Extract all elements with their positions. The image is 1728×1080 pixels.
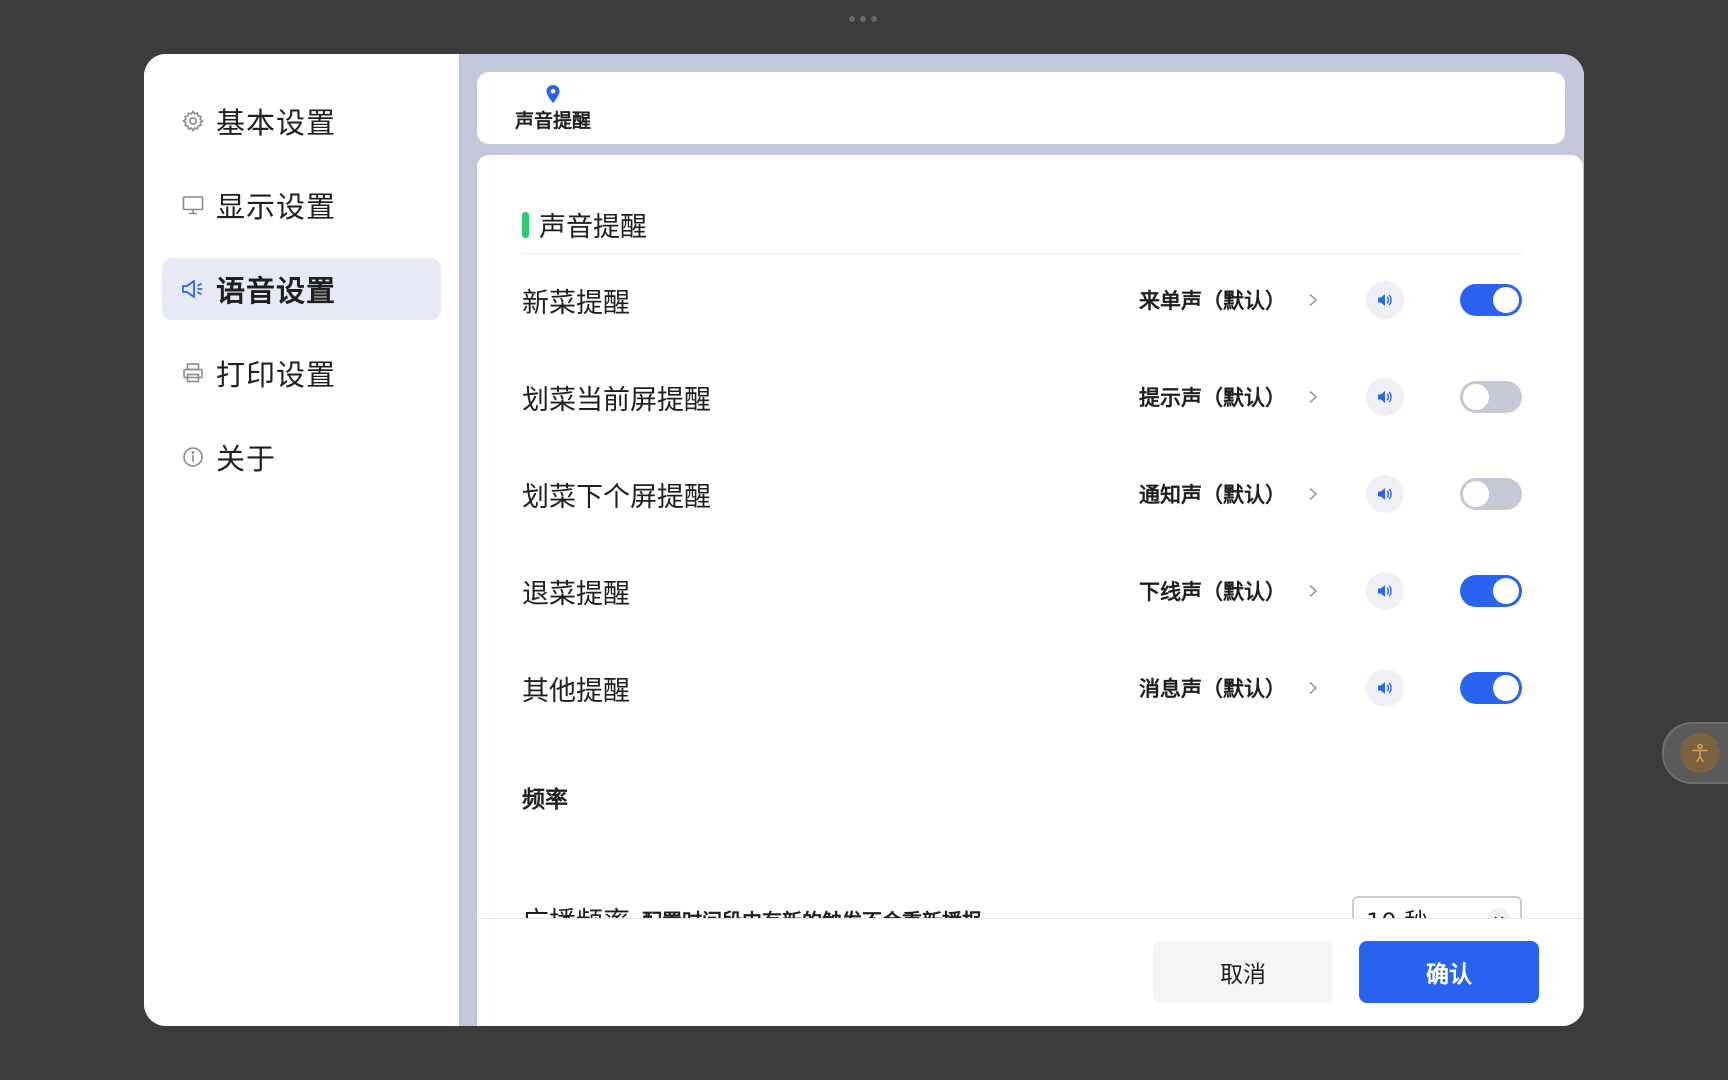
sound-selector[interactable]: 通知声（默认） [1139, 479, 1286, 509]
frequency-heading: 频率 [522, 787, 568, 813]
sidebar-item-voice-settings[interactable]: 语音设置 [162, 258, 441, 320]
volume-icon [1378, 682, 1392, 694]
window-drag-handle[interactable] [849, 16, 877, 22]
sidebar-item-label: 关于 [216, 442, 277, 476]
chevron-right-icon[interactable] [1306, 487, 1320, 501]
sound-selector[interactable]: 下线声（默认） [1139, 576, 1286, 606]
play-sound-button[interactable] [1366, 669, 1404, 707]
chevron-right-icon[interactable] [1306, 584, 1320, 598]
sidebar-item-label: 显示设置 [216, 190, 337, 224]
sidebar-item-print-settings[interactable]: 打印设置 [162, 342, 441, 404]
drag-dot [849, 16, 855, 22]
section-accent-bar [522, 211, 529, 238]
reminder-row-other: 其他提醒 消息声（默认） [522, 658, 1522, 718]
sidebar-item-label: 基本设置 [216, 106, 337, 140]
sound-selector[interactable]: 提示声（默认） [1139, 382, 1286, 412]
settings-main-panel: 声音提醒 声音提醒 新菜提醒 来单声（默认） 划菜当前屏提醒 提示声（默认） 划… [459, 54, 1584, 1026]
sidebar-item-display-settings[interactable]: 显示设置 [162, 174, 441, 236]
drag-dot [871, 16, 877, 22]
reminder-name: 退菜提醒 [522, 578, 630, 610]
volume-icon [1378, 488, 1392, 500]
reminder-toggle[interactable] [1460, 381, 1522, 413]
sound-selector[interactable]: 来单声（默认） [1139, 285, 1286, 315]
tab-sound-reminder[interactable]: 声音提醒 [515, 84, 591, 133]
reminder-row-return-dish: 退菜提醒 下线声（默认） [522, 561, 1522, 621]
printer-icon [180, 360, 206, 386]
cancel-button[interactable]: 取消 [1153, 941, 1333, 1003]
section-divider [522, 253, 1522, 254]
volume-icon [1378, 585, 1392, 597]
speaker-icon [180, 276, 206, 302]
confirm-button[interactable]: 确认 [1359, 941, 1539, 1003]
chevron-right-icon[interactable] [1306, 293, 1320, 307]
toggle-knob [1463, 384, 1489, 410]
volume-icon [1378, 294, 1392, 306]
location-pin-icon [546, 85, 560, 103]
sidebar-item-label: 打印设置 [216, 358, 337, 392]
volume-icon [1378, 391, 1392, 403]
reminder-row-next-screen: 划菜下个屏提醒 通知声（默认） [522, 464, 1522, 524]
anchor-tab-bar: 声音提醒 [477, 72, 1565, 144]
reminder-toggle[interactable] [1460, 284, 1522, 316]
sidebar-item-basic-settings[interactable]: 基本设置 [162, 90, 441, 152]
gear-icon [180, 108, 206, 134]
play-sound-button[interactable] [1366, 378, 1404, 416]
play-sound-button[interactable] [1366, 572, 1404, 610]
section-title: 声音提醒 [539, 212, 647, 243]
reminder-toggle[interactable] [1460, 478, 1522, 510]
reminder-toggle[interactable] [1460, 575, 1522, 607]
chevron-right-icon[interactable] [1306, 681, 1320, 695]
sidebar-item-about[interactable]: 关于 [162, 426, 441, 488]
floating-accessibility-button[interactable] [1662, 722, 1728, 784]
toggle-knob [1493, 578, 1519, 604]
reminder-name: 划菜下个屏提醒 [522, 481, 711, 513]
reminder-toggle[interactable] [1460, 672, 1522, 704]
dialog-footer: 取消 确认 [477, 918, 1583, 1026]
settings-dialog: 基本设置 显示设置 语音设置 打印设置 关于 声音提醒 声音提醒 新菜提醒 来单… [144, 54, 1584, 1026]
settings-content: 声音提醒 新菜提醒 来单声（默认） 划菜当前屏提醒 提示声（默认） 划菜下个屏提… [477, 155, 1583, 1026]
tab-label: 声音提醒 [515, 110, 592, 132]
reminder-row-current-screen: 划菜当前屏提醒 提示声（默认） [522, 367, 1522, 427]
reminder-row-new-dish: 新菜提醒 来单声（默认） [522, 270, 1522, 330]
toggle-knob [1493, 287, 1519, 313]
reminder-name: 新菜提醒 [522, 287, 630, 319]
monitor-icon [180, 192, 206, 218]
toggle-knob [1463, 481, 1489, 507]
accessibility-icon [1680, 733, 1720, 773]
sound-selector[interactable]: 消息声（默认） [1139, 673, 1286, 703]
section-header: 声音提醒 [522, 205, 647, 244]
play-sound-button[interactable] [1366, 475, 1404, 513]
info-icon [180, 444, 206, 470]
reminder-name: 划菜当前屏提醒 [522, 384, 711, 416]
toggle-knob [1493, 675, 1519, 701]
sidebar-item-label: 语音设置 [216, 274, 337, 308]
chevron-right-icon[interactable] [1306, 390, 1320, 404]
reminder-name: 其他提醒 [522, 675, 630, 707]
drag-dot [860, 16, 866, 22]
settings-sidebar: 基本设置 显示设置 语音设置 打印设置 关于 [144, 54, 459, 1026]
play-sound-button[interactable] [1366, 281, 1404, 319]
